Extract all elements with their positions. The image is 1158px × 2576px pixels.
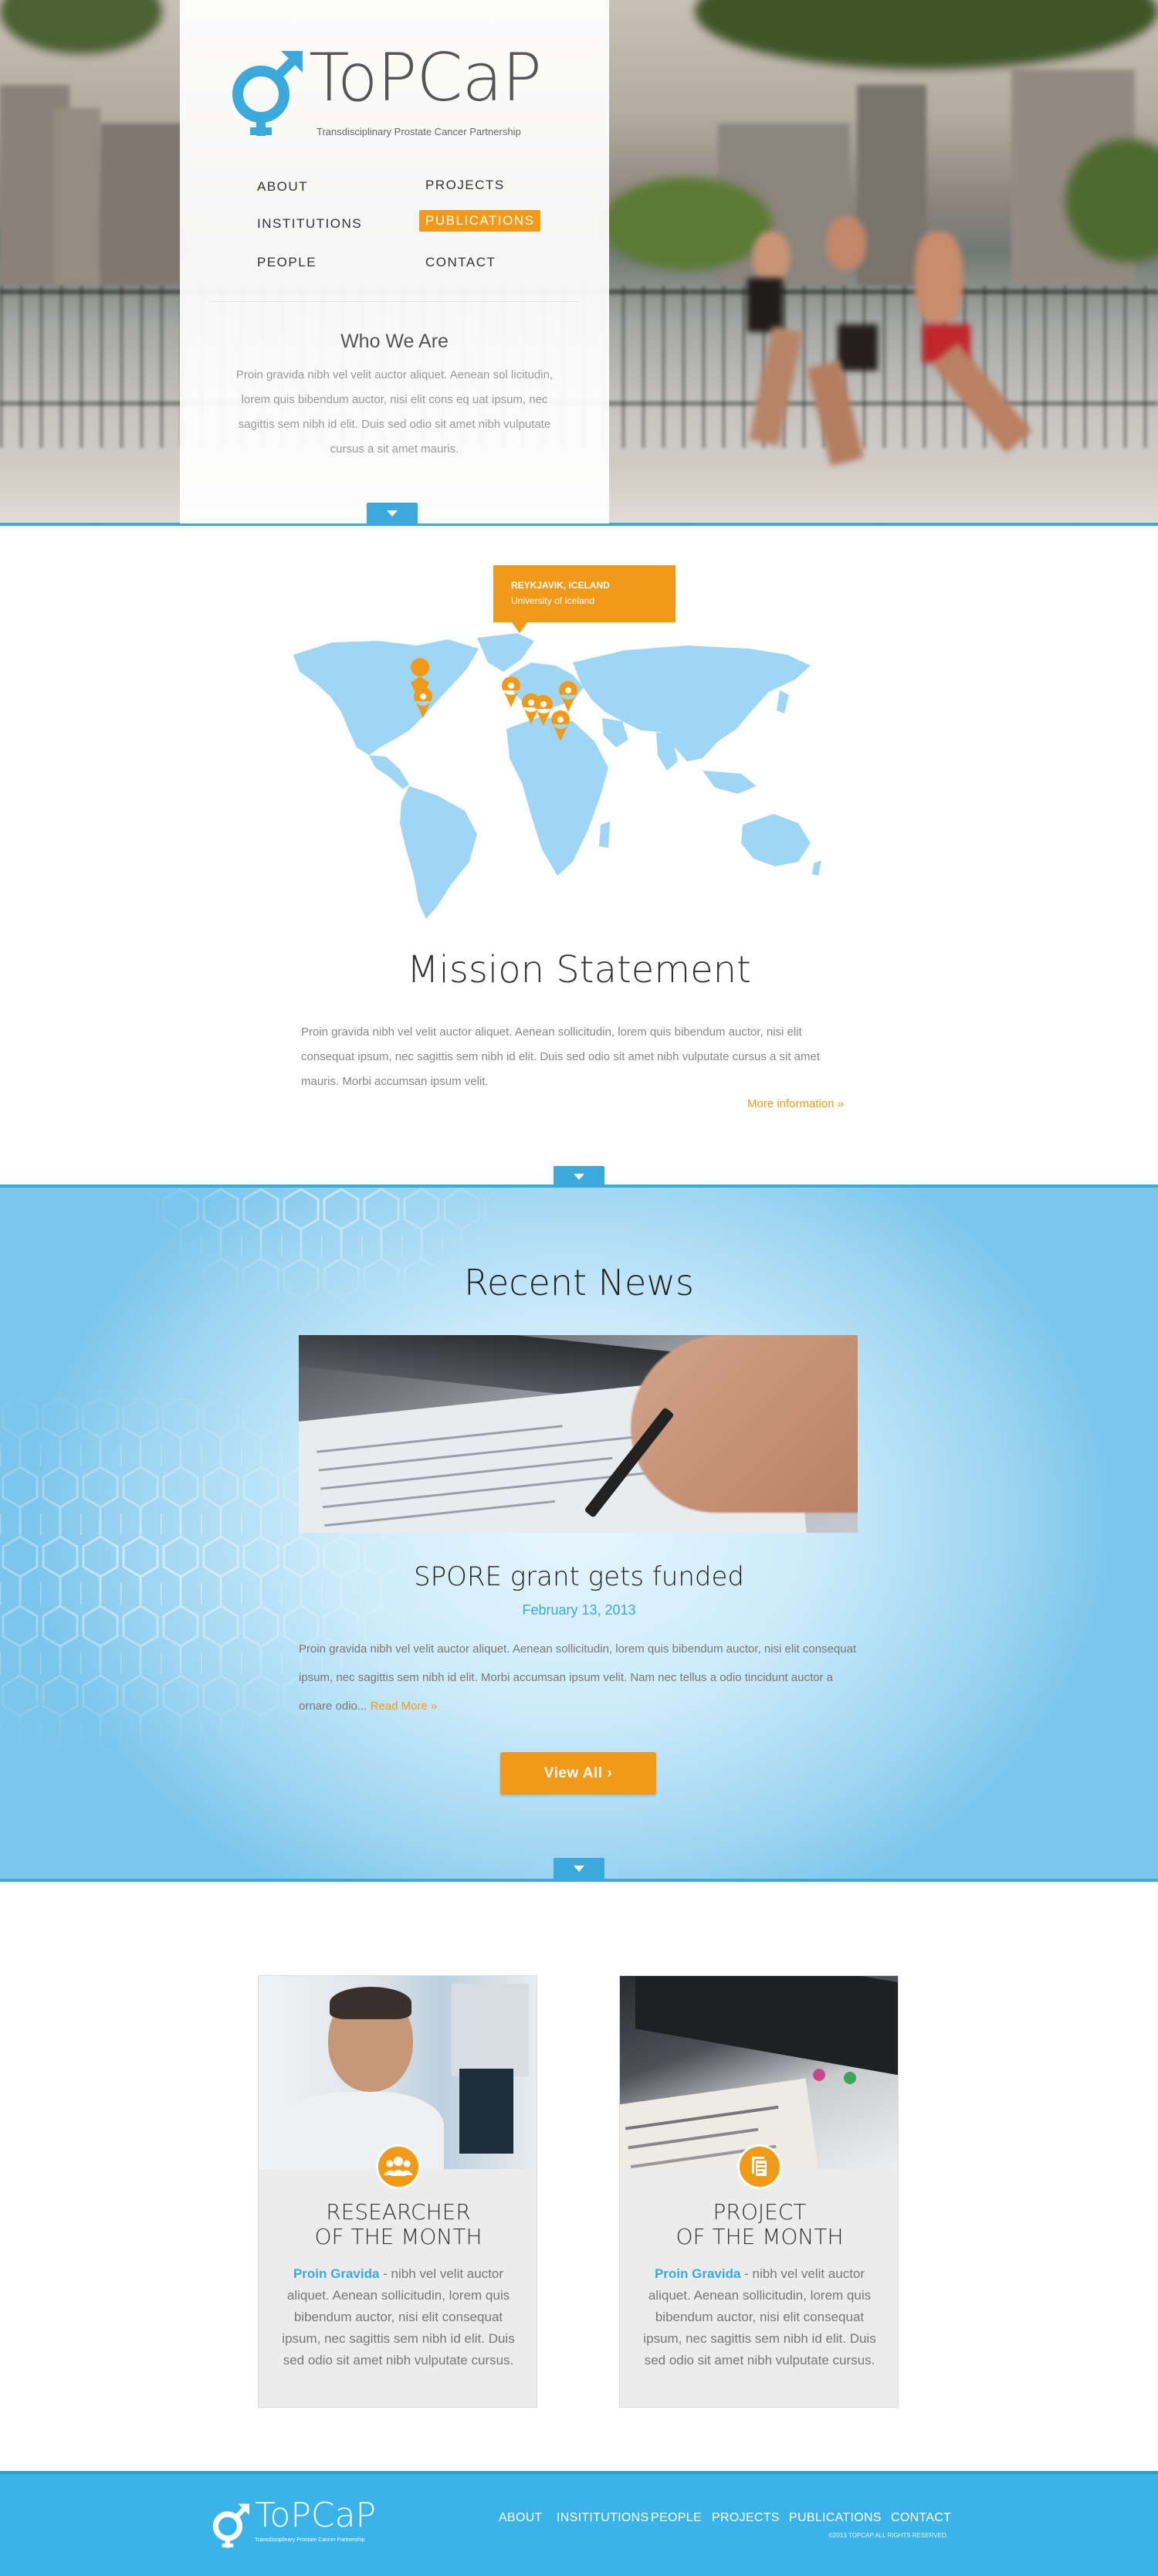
footer-logo-icon (212, 2503, 249, 2548)
news-story-text: Proin gravida nibh vel velit auctor aliq… (299, 1635, 862, 1720)
background-building (54, 108, 100, 286)
nav-publications[interactable]: PUBLICATIONS (419, 210, 541, 232)
read-more-link[interactable]: Read More » (371, 1700, 438, 1713)
recent-news-title: Recent News (464, 1262, 694, 1303)
wall-chart (452, 1984, 529, 2076)
card-title-line: OF THE MONTH (676, 2224, 844, 2249)
researcher-name-link[interactable]: Proin Gravida (293, 2266, 379, 2281)
monitor (459, 2069, 513, 2154)
document-icon (737, 2144, 782, 2189)
scroll-down-tab[interactable] (367, 503, 418, 524)
logo-gender-icon (232, 51, 303, 136)
researcher-photo (259, 1976, 537, 2169)
view-all-button[interactable]: View All › (500, 1752, 656, 1795)
runner-figure (838, 324, 878, 371)
popup-city: REYKJAVIK, ICELAND (511, 580, 610, 591)
chevron-right-icon: › (607, 1765, 613, 1781)
footer-link-institutions[interactable]: INSITITUTIONS (557, 2511, 648, 2525)
news-image (299, 1335, 858, 1533)
runner-figure (826, 216, 866, 270)
notebook-line (628, 2127, 759, 2150)
runner-figure (753, 232, 790, 283)
nav-projects[interactable]: PROJECTS (425, 178, 505, 193)
project-card-title: PROJECT OF THE MONTH (620, 2199, 898, 2249)
map-location-popup (493, 565, 676, 633)
project-card-text: Proin Gravida - nibh vel velit auctor al… (642, 2263, 878, 2371)
card-description: - nibh vel velit auctor aliquet. Aenean … (643, 2266, 876, 2368)
footer-logo-wordmark[interactable]: ToPCaP (255, 2499, 376, 2533)
laptop-shape (635, 1976, 898, 2078)
tree-foliage (602, 178, 772, 270)
notebook-shape (620, 2078, 819, 2169)
port-dot (844, 2072, 856, 2084)
footer-border (0, 2471, 1158, 2474)
news-story-title[interactable]: SPORE grant gets funded (0, 1561, 1158, 1592)
footer-link-contact[interactable]: CONTACT (891, 2511, 951, 2525)
runner-figure (915, 232, 963, 324)
logo-wordmark[interactable]: ToPCaP (309, 45, 542, 111)
footer-link-people[interactable]: PEOPLE (651, 2511, 702, 2525)
mission-text: Proin gravida nibh vel velit auctor aliq… (301, 1025, 821, 1088)
logo-tagline: Transdisciplinary Prostate Cancer Partne… (317, 126, 521, 137)
news-story-date: February 13, 2013 (522, 1602, 636, 1618)
paper-text-line (320, 1456, 613, 1490)
port-dot (813, 2069, 825, 2081)
footer-copyright: ©2013 TOPCAP ALL RIGHTS RESERVED. (828, 2532, 948, 2539)
background-building (100, 124, 185, 286)
researcher-card-text: Proin Gravida - nibh vel velit auctor al… (280, 2263, 516, 2371)
footer-link-about[interactable]: ABOUT (499, 2511, 543, 2525)
popup-institution: University of Iceland (511, 595, 595, 606)
runner-figure (747, 278, 783, 332)
nav-institutions[interactable]: INSTITUTIONS (257, 216, 362, 232)
card-description: - nibh vel velit auctor aliquet. Aenean … (282, 2266, 515, 2368)
tree-foliage (695, 0, 1158, 69)
tree-foliage (0, 0, 162, 54)
more-information-link[interactable]: More information » (747, 1097, 844, 1110)
project-of-month-card: PROJECT OF THE MONTH Proin Gravida - nibh… (619, 1975, 899, 2408)
divider (208, 301, 579, 302)
people-icon (376, 2144, 421, 2189)
lab-coat (282, 2092, 444, 2169)
researcher-hair (330, 1987, 411, 2019)
scroll-down-tab[interactable] (554, 1858, 604, 1879)
footer-tagline: Transdisciplinary Prostate Cancer Partne… (255, 2537, 365, 2543)
nav-people[interactable]: PEOPLE (257, 255, 317, 270)
footer-link-publications[interactable]: PUBLICATIONS (789, 2511, 882, 2525)
mission-title: Mission Statement (407, 948, 751, 991)
view-all-label: View All (543, 1765, 603, 1781)
card-title-line: OF THE MONTH (314, 2224, 482, 2249)
project-name-link[interactable]: Proin Gravida (655, 2266, 740, 2281)
who-we-are-text: Proin gravida nibh vel velit auctor aliq… (235, 368, 554, 456)
notebook-line (625, 2105, 779, 2130)
project-photo (620, 1976, 898, 2169)
footer-link-projects[interactable]: PROJECTS (712, 2511, 780, 2525)
nav-about[interactable]: ABOUT (257, 179, 308, 195)
paper-text-line (318, 1435, 642, 1472)
card-title-line: PROJECT (713, 2199, 807, 2225)
world-map (293, 633, 821, 919)
nav-contact[interactable]: CONTACT (425, 255, 496, 270)
who-we-are-title: Who We Are (340, 330, 449, 352)
card-title-line: RESEARCHER (326, 2199, 471, 2225)
researcher-card-title: RESEARCHER OF THE MONTH (259, 2200, 537, 2249)
researcher-of-month-card: RESEARCHER OF THE MONTH Proin Gravida - n… (258, 1975, 537, 2408)
